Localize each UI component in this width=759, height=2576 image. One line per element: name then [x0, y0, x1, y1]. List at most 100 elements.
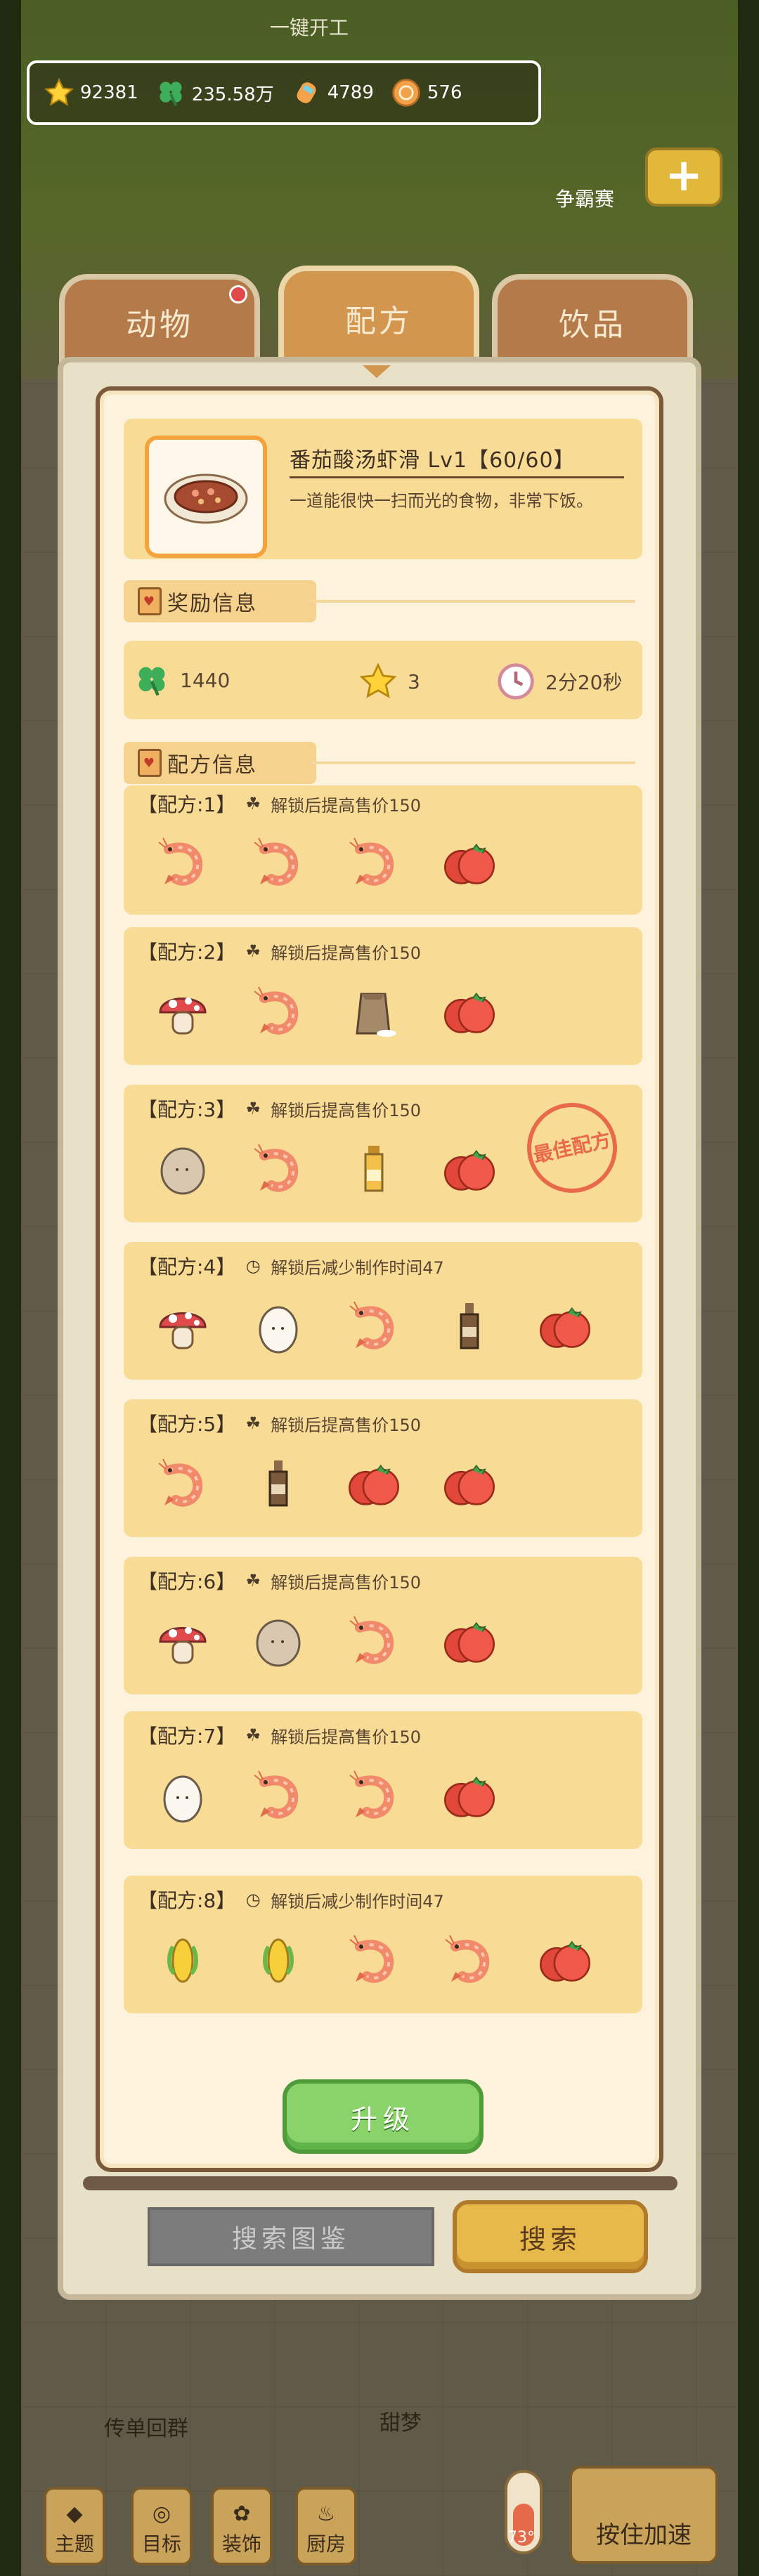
- formula-card-1[interactable]: 【配方:1】 ☘ 解锁后提高售价150: [124, 785, 642, 915]
- candy-value: 4789: [327, 82, 374, 103]
- hold-accelerate-button[interactable]: 按住加速: [569, 2466, 718, 2564]
- upgrade-button[interactable]: 升级: [283, 2079, 484, 2154]
- formula-bonus: 解锁后提高售价150: [271, 1727, 422, 1747]
- clover-icon: ☘: [245, 1413, 261, 1433]
- flour-bag-icon: [346, 981, 402, 1044]
- tab-animals-label: 动物: [126, 307, 193, 343]
- resource-clover: 235.58万: [154, 76, 274, 110]
- section-rule: [311, 761, 635, 764]
- flyer-caption: 传单回群: [104, 2417, 188, 2441]
- shrimp-icon: [250, 1138, 306, 1201]
- reward-clover: 1440: [134, 662, 230, 698]
- note-icon: ♥: [138, 749, 162, 777]
- mushroom-icon: [155, 1295, 211, 1359]
- accelerate-label: 按住加速: [596, 2521, 692, 2549]
- clock-icon: ◷: [245, 1890, 261, 1909]
- tournament-label[interactable]: 争霸赛: [555, 184, 614, 212]
- shrimp-icon: [441, 1929, 498, 1992]
- tab-recipes[interactable]: 配方: [278, 266, 479, 365]
- tomato-icon: [441, 981, 498, 1044]
- clock-icon: [498, 663, 534, 700]
- ingredient-row: [155, 981, 498, 1044]
- formula-name: 【配方:4】: [138, 1255, 236, 1279]
- shrimp-icon: [155, 1453, 211, 1516]
- clover-icon: ☘: [245, 1571, 261, 1590]
- formula-name: 【配方:6】: [138, 1570, 236, 1593]
- decor-icon: ✿: [233, 2502, 251, 2526]
- nav-target-button[interactable]: ◎ 目标: [131, 2487, 193, 2565]
- formula-bonus: 解锁后提高售价150: [271, 1572, 422, 1593]
- clover-icon: ☘: [245, 794, 261, 813]
- reward-row: 1440 3 2分20秒: [124, 641, 642, 719]
- formula-head: 【配方:6】 ☘ 解锁后提高售价150: [138, 1567, 421, 1595]
- formula-head: 【配方:2】 ☘ 解锁后提高售价150: [138, 937, 421, 965]
- sauce-bottle-icon: [441, 1295, 498, 1359]
- reward-stars-value: 3: [408, 669, 420, 693]
- coin-icon: [389, 76, 423, 110]
- tab-recipes-label: 配方: [345, 303, 413, 339]
- ingredient-row: [155, 1610, 498, 1673]
- formula-name: 【配方:8】: [138, 1889, 236, 1912]
- ingredient-row: [155, 1295, 593, 1359]
- resource-stars: 92381: [42, 76, 138, 110]
- quick-start-caption[interactable]: 一键开工: [239, 13, 379, 41]
- search-input[interactable]: 搜索图鉴: [148, 2207, 434, 2266]
- best-recipe-stamp: 最佳配方: [519, 1094, 625, 1201]
- formula-section-header: ♥ 配方信息: [124, 742, 316, 784]
- search-button[interactable]: 搜索: [453, 2200, 648, 2273]
- formula-card-6[interactable]: 【配方:6】 ☘ 解锁后提高售价150: [124, 1557, 642, 1694]
- shrimp-icon: [346, 832, 402, 895]
- recipe-header-card: 番茄酸汤虾滑 Lv1【60/60】 一道能很快一扫而光的食物，非常下饭。: [124, 419, 642, 559]
- formula-card-7[interactable]: 【配方:7】 ☘ 解锁后提高售价150: [124, 1711, 642, 1849]
- formula-bonus: 解锁后提高售价150: [271, 1100, 422, 1120]
- sweet-dream-caption: 甜梦: [379, 2411, 422, 2436]
- dish-image: [145, 436, 267, 558]
- potato-icon: [250, 1610, 306, 1673]
- left-edge: [0, 0, 21, 2576]
- tab-drinks-label: 饮品: [559, 307, 626, 343]
- nav-kitchen-button[interactable]: ♨ 厨房: [295, 2487, 357, 2565]
- target-icon: ◎: [152, 2502, 171, 2526]
- tomato-icon: [441, 1610, 498, 1673]
- formula-name: 【配方:5】: [138, 1413, 236, 1436]
- formula-head: 【配方:4】 ◷ 解锁后减少制作时间47: [138, 1252, 444, 1280]
- clock-icon: ◷: [245, 1256, 261, 1276]
- clover-icon: [154, 76, 188, 110]
- formula-head: 【配方:5】 ☘ 解锁后提高售价150: [138, 1409, 421, 1437]
- resource-candy: 4789: [290, 76, 374, 110]
- formula-bonus: 解锁后提高售价150: [271, 795, 422, 816]
- tab-animals[interactable]: 动物: [59, 274, 260, 364]
- right-edge: [738, 0, 759, 2576]
- temperature-value: 73°: [507, 2529, 535, 2546]
- reward-time-value: 2分20秒: [545, 671, 623, 694]
- nav-theme-label: 主题: [54, 2532, 94, 2556]
- tab-drinks[interactable]: 饮品: [492, 274, 693, 364]
- nav-decor-button[interactable]: ✿ 装饰: [211, 2487, 273, 2565]
- shrimp-icon: [346, 1929, 402, 1992]
- formula-name: 【配方:3】: [138, 1098, 236, 1121]
- formula-head: 【配方:3】 ☘ 解锁后提高售价150: [138, 1094, 421, 1123]
- egg-icon: [250, 1295, 306, 1359]
- add-button[interactable]: +: [645, 148, 722, 207]
- reward-clover-value: 1440: [180, 668, 231, 692]
- ingredient-row: [155, 1929, 593, 1992]
- formula-bonus: 解锁后提高售价150: [271, 943, 422, 963]
- section-rule: [311, 600, 635, 603]
- formula-bonus: 解锁后减少制作时间47: [271, 1257, 444, 1278]
- nav-theme-button[interactable]: ◆ 主题: [44, 2487, 105, 2565]
- shrimp-icon: [346, 1610, 402, 1673]
- corn-icon: [155, 1929, 211, 1992]
- formula-card-3[interactable]: 【配方:3】 ☘ 解锁后提高售价150 最佳配方: [124, 1085, 642, 1222]
- formula-card-8[interactable]: 【配方:8】 ◷ 解锁后减少制作时间47: [124, 1876, 642, 2013]
- tomato-icon: [441, 1138, 498, 1201]
- formula-head: 【配方:1】 ☘ 解锁后提高售价150: [138, 790, 421, 818]
- formula-name: 【配方:1】: [138, 793, 236, 816]
- formula-card-5[interactable]: 【配方:5】 ☘ 解锁后提高售价150: [124, 1399, 642, 1537]
- formula-card-4[interactable]: 【配方:4】 ◷ 解锁后减少制作时间47: [124, 1242, 642, 1380]
- clover-icon: ☘: [245, 1099, 261, 1118]
- formula-card-2[interactable]: 【配方:2】 ☘ 解锁后提高售价150: [124, 927, 642, 1065]
- clover-icon: ☘: [245, 1725, 261, 1745]
- shrimp-icon: [250, 981, 306, 1044]
- formula-name: 【配方:2】: [138, 941, 236, 964]
- corn-icon: [250, 1929, 306, 1992]
